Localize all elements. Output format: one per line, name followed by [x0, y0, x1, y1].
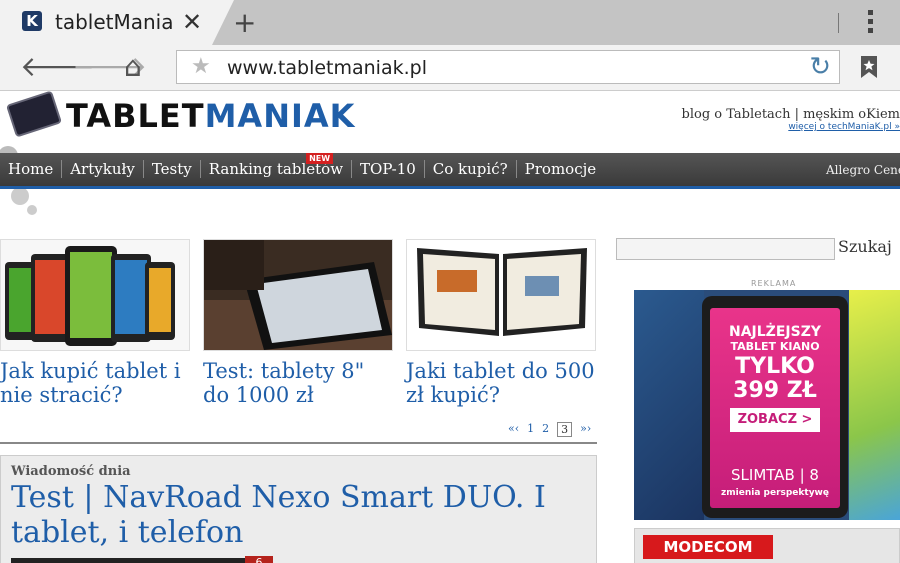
site-logo[interactable]: TABLETMANIAK [0, 91, 400, 143]
comment-count-badge[interactable]: 6 [245, 556, 273, 563]
nav-item-co-kupic[interactable]: Co kupić? [425, 160, 517, 178]
browser-tab[interactable]: K tabletMania… ✕ [0, 0, 234, 45]
pager-prev[interactable]: «‹ [508, 422, 519, 437]
url-text[interactable]: www.tabletmaniak.pl [227, 57, 427, 79]
header-tagline-block: blog o Tabletach | męskim oKiem więcej o… [682, 107, 900, 132]
overflow-menu-icon[interactable] [862, 10, 878, 36]
nav-item-home[interactable]: Home [0, 160, 63, 178]
nav-item-artykuly[interactable]: Artykuły [62, 160, 144, 178]
ad-product: SLIMTAB | 8 [731, 466, 819, 484]
pager-next[interactable]: »› [580, 422, 591, 437]
featured-image-news-tablets[interactable] [406, 239, 596, 351]
advertisement-kiano[interactable]: NAJLŻEJSZY TABLET KIANO TYLKO 399 ZŁ ZOB… [634, 290, 900, 520]
featured-title[interactable]: Test: tablety 8" do 1000 zł [203, 359, 393, 407]
ad-slogan: zmienia perspektywę [721, 488, 829, 498]
pagination: «‹ 1 2 3 »› [508, 422, 591, 437]
nav-item-ranking[interactable]: Ranking tabletów NEW [201, 153, 353, 178]
ad-line: TYLKO [735, 354, 815, 379]
close-icon[interactable]: ✕ [182, 8, 202, 36]
search-button[interactable]: Szukaj [838, 237, 892, 256]
tablet-logo-icon [5, 91, 63, 138]
site-favicon-icon: K [22, 11, 42, 31]
news-title[interactable]: Test | NavRoad Nexo Smart DUO. I tablet,… [11, 480, 571, 550]
ad-cta-button[interactable]: ZOBACZ > [730, 408, 820, 432]
web-page: TABLETMANIAK blog o Tabletach | męskim o… [0, 91, 900, 563]
logo-text-tablet: TABLET [66, 97, 205, 135]
tab-divider [838, 13, 839, 33]
ad-line: NAJLŻEJSZY [729, 324, 821, 340]
pager-page[interactable]: 2 [542, 422, 549, 437]
toolbar: 🡐 🡒 ⌂ ★ www.tabletmaniak.pl ↻ [0, 45, 900, 91]
pager-current[interactable]: 3 [557, 422, 573, 437]
news-of-the-day: Wiadomość dnia Test | NavRoad Nexo Smart… [0, 455, 597, 563]
site-tagline: blog o Tabletach | męskim oKiem [681, 107, 900, 122]
ad-label: REKLAMA [751, 279, 797, 288]
featured-title[interactable]: Jak kupić tablet i nie stracić? [0, 359, 190, 407]
techmaniak-link[interactable]: więcej o techManiaK.pl » [682, 122, 900, 132]
nav-item-testy[interactable]: Testy [144, 160, 201, 178]
logo-text-maniak: MANIAK [204, 97, 356, 135]
pager-page[interactable]: 1 [527, 422, 534, 437]
advertisement-modecom[interactable]: MODECOM [634, 528, 900, 563]
featured-card[interactable]: Jak kupić tablet i nie stracić? [0, 239, 190, 407]
featured-image-tablet-hand[interactable] [203, 239, 393, 351]
ad-background-left [634, 290, 704, 520]
featured-title[interactable]: Jaki tablet do 500 zł kupić? [406, 359, 596, 407]
ad-background-right [849, 290, 900, 520]
star-icon[interactable]: ★ [191, 54, 211, 79]
search-input[interactable] [616, 238, 835, 260]
reload-icon[interactable]: ↻ [809, 52, 831, 82]
featured-card[interactable]: Test: tablety 8" do 1000 zł [203, 239, 393, 407]
section-divider [0, 442, 597, 444]
news-thumbnail[interactable] [11, 558, 273, 563]
tab-strip: K tabletMania… ✕ + [0, 0, 900, 45]
ad-tablet-image: NAJLŻEJSZY TABLET KIANO TYLKO 399 ZŁ ZOB… [702, 296, 848, 518]
featured-image-tablets-row[interactable] [0, 239, 190, 351]
nav-item-promocje[interactable]: Promocje [517, 160, 604, 178]
featured-card[interactable]: Jaki tablet do 500 zł kupić? [406, 239, 596, 407]
ad-price: 399 ZŁ [733, 378, 817, 403]
address-bar[interactable]: ★ www.tabletmaniak.pl ↻ [176, 50, 840, 84]
home-icon[interactable]: ⌂ [124, 53, 142, 81]
nav-right-links[interactable]: Allegro Cenec [826, 163, 900, 177]
tab-title: tabletMania… [55, 10, 173, 34]
news-kicker: Wiadomość dnia [11, 464, 131, 479]
main-nav: Home Artykuły Testy Ranking tabletów NEW… [0, 153, 900, 189]
modecom-logo: MODECOM [643, 535, 773, 559]
bookmarks-icon[interactable] [858, 55, 880, 79]
plus-icon[interactable]: + [233, 6, 256, 39]
ad-line: TABLET KIANO [730, 340, 820, 353]
nav-item-top10[interactable]: TOP-10 [352, 160, 425, 178]
new-badge: NEW [306, 153, 334, 164]
